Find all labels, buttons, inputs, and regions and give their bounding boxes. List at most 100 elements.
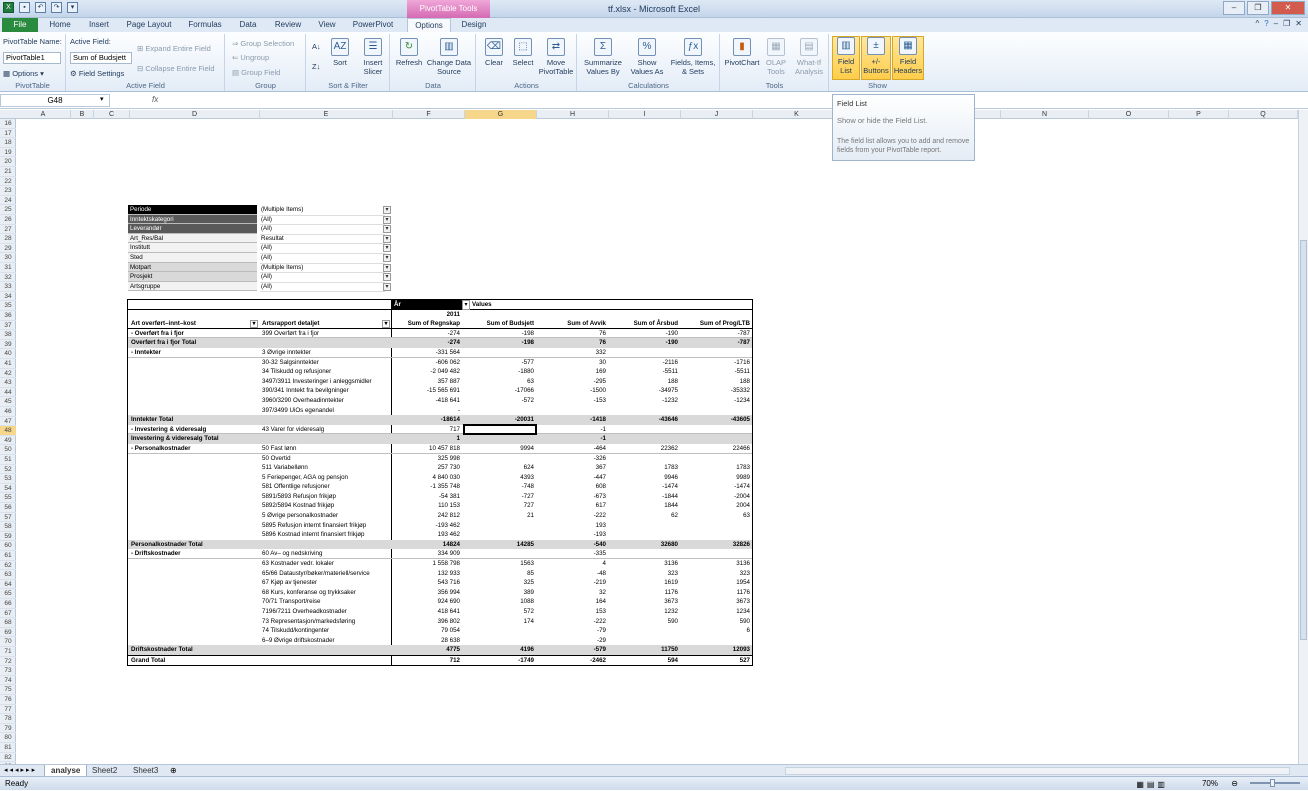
- cell-prog-ltb[interactable]: [680, 406, 752, 416]
- cell-budsjett[interactable]: [464, 406, 536, 416]
- cell-avvik[interactable]: -79: [536, 626, 608, 636]
- column-header[interactable]: F: [393, 110, 465, 119]
- options-button[interactable]: ▦ Options ▾: [3, 69, 44, 78]
- pivot-row[interactable]: - Inntekter 3 Øvrige inntekter -331 564 332: [128, 348, 752, 358]
- cell-avvik[interactable]: -1: [536, 425, 608, 435]
- cell-regnskap[interactable]: -1 355 748: [392, 482, 462, 492]
- filter-dropdown-icon[interactable]: ▾: [383, 244, 391, 253]
- cell-regnskap[interactable]: 334 909: [392, 549, 462, 559]
- cell-regnskap[interactable]: 28 638: [392, 636, 462, 646]
- row-header[interactable]: 54: [0, 484, 16, 494]
- row-header[interactable]: 16: [0, 119, 16, 129]
- cell-regnskap[interactable]: 110 153: [392, 501, 462, 511]
- row-header[interactable]: 57: [0, 513, 16, 523]
- row-header[interactable]: 17: [0, 129, 16, 139]
- cell-prog-ltb[interactable]: 1783: [680, 463, 752, 473]
- cell-regnskap[interactable]: 357 887: [392, 377, 462, 387]
- cell-avvik[interactable]: -153: [536, 396, 608, 406]
- cell-budsjett[interactable]: -748: [464, 482, 536, 492]
- column-header[interactable]: C: [94, 110, 130, 119]
- pivot-row[interactable]: 397/3499 UiOs egenandel -: [128, 406, 752, 416]
- filter-dropdown-icon[interactable]: ▾: [383, 273, 391, 282]
- expand-entire-field-button[interactable]: ⊞ Expand Entire Field: [137, 44, 211, 53]
- cell-budsjett[interactable]: 4196: [464, 645, 536, 655]
- cell-arsbud[interactable]: [608, 348, 680, 358]
- cell-avvik[interactable]: -579: [536, 645, 608, 655]
- cell-prog-ltb[interactable]: [680, 521, 752, 531]
- row-header[interactable]: 29: [0, 244, 16, 254]
- field-settings-button[interactable]: ⚙ Field Settings: [70, 69, 124, 78]
- cell-prog-ltb[interactable]: 1954: [680, 578, 752, 588]
- pivot-row[interactable]: 73 Representasjon/markedsføring 396 802 17…: [128, 617, 752, 627]
- cell-prog-ltb[interactable]: -787: [680, 329, 752, 339]
- cell-regnskap[interactable]: 4 840 030: [392, 473, 462, 483]
- cell-arsbud[interactable]: 3136: [608, 559, 680, 569]
- buttons-toggle[interactable]: ± +/- Buttons: [861, 36, 891, 80]
- cell-regnskap[interactable]: 712: [392, 656, 462, 666]
- cell-budsjett[interactable]: 63: [464, 377, 536, 387]
- zoom-slider[interactable]: [1250, 779, 1300, 787]
- row-header[interactable]: 79: [0, 724, 16, 734]
- column-header[interactable]: Q: [1229, 110, 1298, 119]
- cell-arsbud[interactable]: -190: [608, 338, 680, 348]
- column-header[interactable]: D: [130, 110, 260, 119]
- year-field-header[interactable]: År: [392, 300, 462, 310]
- row-header[interactable]: 27: [0, 225, 16, 235]
- pivot-row[interactable]: Grand Total 712 -1749 -2462 594 527: [128, 654, 752, 666]
- cell-regnskap[interactable]: 717: [392, 425, 462, 435]
- pivot-row[interactable]: Overført fra i fjor Total -274 -198 76 -190-…: [128, 338, 752, 348]
- row-header[interactable]: 38: [0, 330, 16, 340]
- pivot-row[interactable]: 5891/5893 Refusjon frikjøp -54 381 -727 -67…: [128, 492, 752, 502]
- cell-regnskap[interactable]: 257 730: [392, 463, 462, 473]
- fields-items-sets-button[interactable]: ƒx Fields, Items, & Sets: [668, 38, 718, 76]
- cell-budsjett[interactable]: [464, 521, 536, 531]
- cell-avvik[interactable]: -673: [536, 492, 608, 502]
- cell-budsjett[interactable]: -198: [464, 329, 536, 339]
- cell-avvik[interactable]: -48: [536, 569, 608, 579]
- row-header[interactable]: 37: [0, 321, 16, 331]
- cell-avvik[interactable]: 367: [536, 463, 608, 473]
- tab-review[interactable]: Review: [269, 18, 307, 32]
- cell-prog-ltb[interactable]: [680, 549, 752, 559]
- cell-arsbud[interactable]: -190: [608, 329, 680, 339]
- tab-insert[interactable]: Insert: [83, 18, 115, 32]
- what-if-button[interactable]: ▤ What-If Analysis: [791, 38, 827, 76]
- sort-az-icon[interactable]: A↓: [312, 42, 321, 51]
- tab-home[interactable]: Home: [45, 18, 75, 32]
- row-header[interactable]: 81: [0, 743, 16, 753]
- cell-arsbud[interactable]: [608, 626, 680, 636]
- row-header[interactable]: 39: [0, 340, 16, 350]
- cell-prog-ltb[interactable]: 2004: [680, 501, 752, 511]
- pivot-name-input[interactable]: PivotTable1: [3, 52, 61, 64]
- summarize-values-button[interactable]: Σ Summarize Values By: [581, 38, 625, 76]
- cell-regnskap[interactable]: 132 933: [392, 569, 462, 579]
- pivot-row[interactable]: 5895 Refusjon internt finansiert frikjøp…: [128, 521, 752, 531]
- cell-avvik[interactable]: -29: [536, 636, 608, 646]
- move-pivottable-button[interactable]: ⇄ Move PivotTable: [537, 38, 575, 76]
- cell-avvik[interactable]: 332: [536, 348, 608, 358]
- cell-arsbud[interactable]: [608, 454, 680, 464]
- row-header[interactable]: 19: [0, 148, 16, 158]
- cell-avvik[interactable]: -447: [536, 473, 608, 483]
- cell-budsjett[interactable]: 727: [464, 501, 536, 511]
- row-header[interactable]: 59: [0, 532, 16, 542]
- cell-prog-ltb[interactable]: 3136: [680, 559, 752, 569]
- cell-arsbud[interactable]: 1232: [608, 607, 680, 617]
- zoom-slider-knob[interactable]: [1270, 779, 1275, 787]
- row-header[interactable]: 45: [0, 397, 16, 407]
- row-header[interactable]: 22: [0, 177, 16, 187]
- cell-arsbud[interactable]: [608, 636, 680, 646]
- cell-avvik[interactable]: 153: [536, 607, 608, 617]
- cell-arsbud[interactable]: -1844: [608, 492, 680, 502]
- row-header[interactable]: 50: [0, 445, 16, 455]
- cell-budsjett[interactable]: 4393: [464, 473, 536, 483]
- cell-avvik[interactable]: -222: [536, 511, 608, 521]
- row-header[interactable]: 75: [0, 685, 16, 695]
- pivot-row[interactable]: Personalkostnader Total 14824 14285 -540 326…: [128, 539, 752, 550]
- row-header[interactable]: 60: [0, 541, 16, 551]
- pivot-row[interactable]: 511 Variabellønn 257 730 624 367 1783 1783: [128, 463, 752, 473]
- cell-regnskap[interactable]: 356 994: [392, 588, 462, 598]
- cell-budsjett[interactable]: -572: [464, 396, 536, 406]
- row-header[interactable]: 34: [0, 292, 16, 302]
- cell-regnskap[interactable]: 242 812: [392, 511, 462, 521]
